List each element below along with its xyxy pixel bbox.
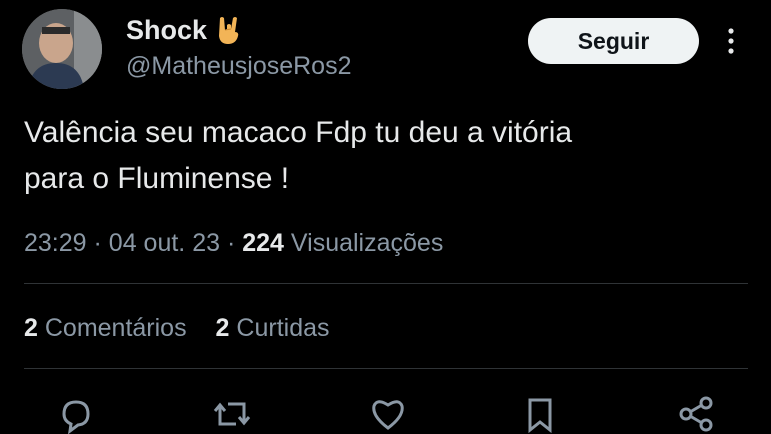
views-count: 224 bbox=[242, 229, 284, 257]
tweet-date[interactable]: 04 out. 23 bbox=[109, 229, 220, 257]
views-label: Visualizações bbox=[290, 229, 444, 257]
author-display-name[interactable]: Shock bbox=[126, 14, 207, 46]
engagement-stats: 2 Comentários 2 Curtidas bbox=[24, 311, 330, 345]
avatar[interactable] bbox=[22, 9, 102, 89]
divider bbox=[24, 368, 748, 369]
bookmark-icon[interactable] bbox=[520, 394, 560, 434]
rock-hand-emoji-icon bbox=[219, 17, 239, 44]
meta-separator: · bbox=[93, 229, 109, 257]
comments-label: Comentários bbox=[44, 314, 187, 342]
follow-button[interactable]: Seguir bbox=[528, 18, 699, 64]
tweet-text: Valência seu macaco Fdp tu deu a vitória… bbox=[24, 110, 744, 202]
more-options-icon[interactable] bbox=[716, 26, 746, 56]
avatar-photo bbox=[22, 9, 102, 89]
meta-separator: · bbox=[226, 229, 243, 257]
comments-stat[interactable]: 2 Comentários bbox=[24, 311, 187, 345]
likes-stat[interactable]: 2 Curtidas bbox=[216, 311, 330, 345]
tweet-text-line: Valência seu macaco Fdp tu deu a vitória bbox=[24, 116, 573, 149]
retweet-icon[interactable] bbox=[212, 394, 252, 434]
action-bar bbox=[0, 394, 771, 434]
divider bbox=[24, 283, 748, 284]
author-handle[interactable]: @MatheusjoseRos2 bbox=[126, 50, 352, 82]
reply-icon[interactable] bbox=[56, 394, 96, 434]
author-name-row[interactable]: Shock bbox=[126, 14, 243, 46]
tweet-time[interactable]: 23:29 bbox=[24, 229, 87, 257]
share-icon[interactable] bbox=[676, 394, 716, 434]
tweet-text-line: para o Fluminense ! bbox=[24, 162, 290, 195]
comments-count: 2 bbox=[24, 314, 38, 342]
likes-label: Curtidas bbox=[236, 314, 330, 342]
likes-count: 2 bbox=[215, 314, 230, 342]
heart-icon[interactable] bbox=[368, 394, 408, 434]
tweet-meta: 23:29 · 04 out. 23 · 224 Visualizações bbox=[24, 226, 443, 260]
